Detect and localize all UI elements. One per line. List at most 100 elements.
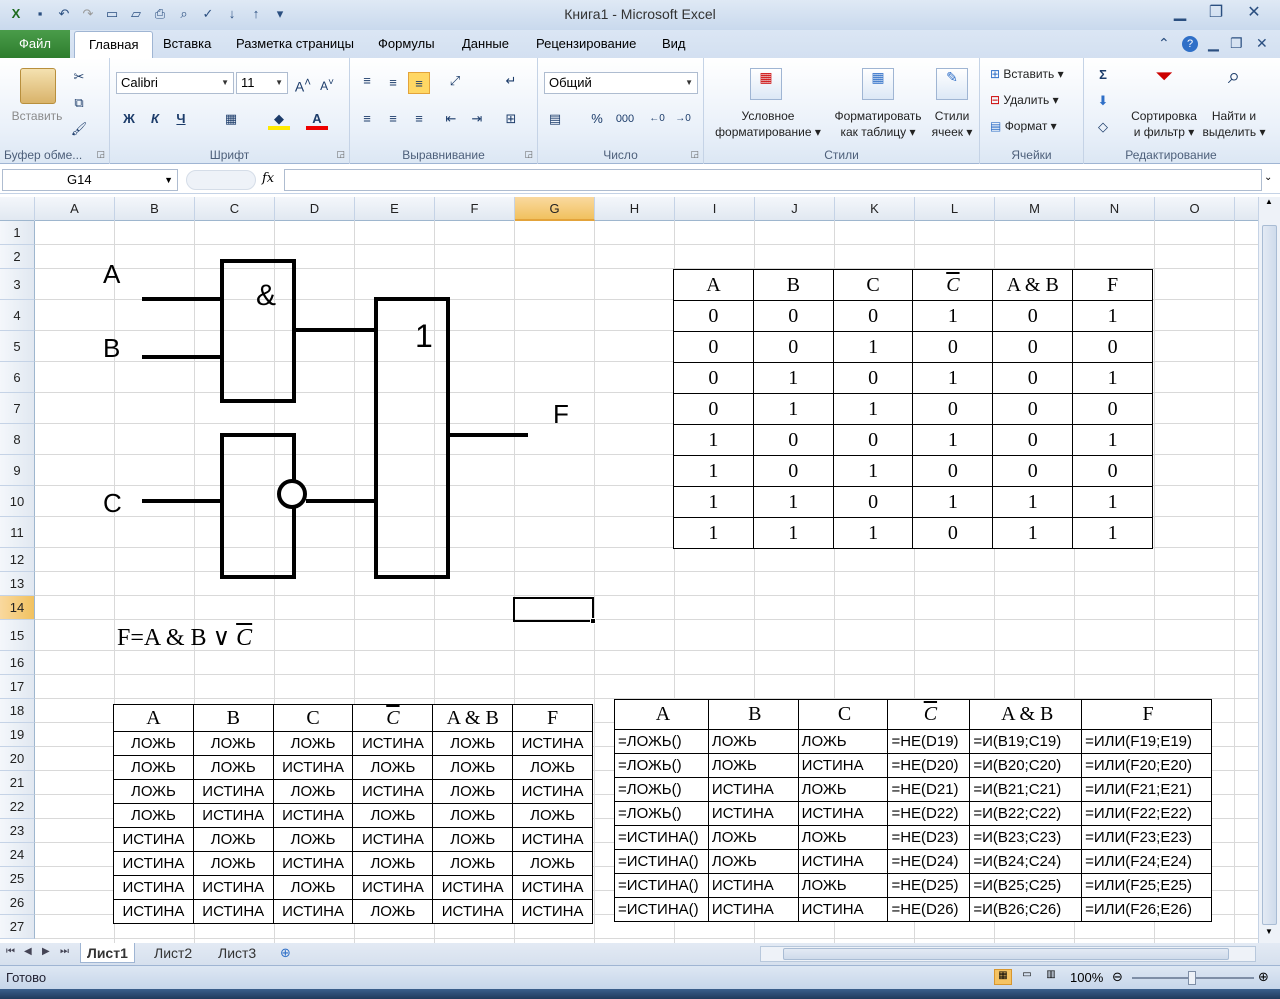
scroll-up-icon[interactable]: ▲ [1261, 197, 1277, 209]
column-header-l[interactable]: L [915, 197, 995, 221]
row-header-22[interactable]: 22 [0, 795, 35, 819]
row-header-17[interactable]: 17 [0, 675, 35, 699]
zoom-out-icon[interactable]: ⊖ [1112, 969, 1123, 985]
formula-table-cell[interactable]: =ИЛИ(F23;E23) [1081, 825, 1212, 850]
formula-table-cell[interactable]: =И(B21;C21) [969, 777, 1083, 802]
formula-table-cell[interactable]: ИСТИНА [707, 897, 799, 922]
bool-table-cell[interactable]: ИСТИНА [352, 827, 434, 852]
truth-table-header-cell[interactable]: A & B [992, 269, 1074, 301]
close-doc-icon[interactable]: ✕ [1256, 35, 1268, 52]
truth-table-cell[interactable]: 1 [673, 455, 754, 487]
cell-styles-button[interactable]: Стили ячеек ▾ [926, 108, 978, 140]
formula-table-cell[interactable]: =НЕ(D21) [887, 777, 971, 802]
bool-table-cell[interactable]: ЛОЖЬ [113, 803, 194, 828]
bool-table-cell[interactable]: ИСТИНА [113, 851, 194, 876]
truth-table-cell[interactable]: 1 [832, 331, 914, 363]
clear-icon[interactable]: ◇ [1092, 116, 1114, 138]
formula-table-cell[interactable]: ЛОЖЬ [797, 729, 889, 754]
font-color-icon[interactable]: A [306, 108, 328, 130]
bool-table-cell[interactable]: ИСТИНА [512, 827, 593, 852]
shrink-font-icon[interactable]: A˅ [316, 72, 338, 94]
row-header-23[interactable]: 23 [0, 819, 35, 843]
decrease-indent-icon[interactable]: ⇤ [440, 108, 462, 130]
restore-icon[interactable]: ❐ [1198, 2, 1234, 24]
truth-table-cell[interactable]: 1 [912, 300, 994, 332]
sort-filter-button[interactable]: Сортировка и фильтр ▾ [1122, 108, 1206, 140]
number-format-dropdown[interactable]: Общий ▼ [544, 72, 698, 94]
bool-table-cell[interactable]: ЛОЖЬ [113, 731, 194, 756]
row-header-25[interactable]: 25 [0, 867, 35, 891]
tab-view[interactable]: Вид [662, 36, 686, 58]
format-painter-icon[interactable]: 🖌 [68, 118, 90, 140]
bool-table-cell[interactable]: ИСТИНА [113, 827, 194, 852]
horizontal-scrollbar[interactable] [760, 946, 1256, 962]
truth-table-cell[interactable]: 0 [832, 424, 914, 456]
formula-table-cell[interactable]: ЛОЖЬ [707, 825, 799, 850]
format-as-table-icon[interactable]: ▦ [862, 68, 894, 100]
formula-table-cell[interactable]: ЛОЖЬ [797, 777, 889, 802]
truth-table-cell[interactable]: 0 [992, 362, 1074, 394]
formula-table-cell[interactable]: ЛОЖЬ [797, 873, 889, 898]
truth-table-cell[interactable]: 1 [673, 486, 754, 518]
truth-table-header-cell[interactable]: F [1072, 269, 1153, 301]
truth-table-cell[interactable]: 1 [1072, 300, 1153, 332]
bold-button[interactable]: Ж [118, 108, 140, 130]
bool-table-cell[interactable]: ИСТИНА [432, 875, 514, 900]
formula-table-cell[interactable]: =НЕ(D24) [887, 849, 971, 874]
formula-table-cell[interactable]: ИСТИНА [797, 897, 889, 922]
formula-table-cell[interactable]: =И(B24;C24) [969, 849, 1083, 874]
bool-table-cell[interactable]: ИСТИНА [512, 899, 593, 924]
truth-table-cell[interactable]: 0 [832, 486, 914, 518]
bool-table-cell[interactable]: ИСТИНА [352, 779, 434, 804]
formula-table-cell[interactable]: =И(B26;C26) [969, 897, 1083, 922]
bool-table-cell[interactable]: ИСТИНА [192, 875, 274, 900]
first-sheet-icon[interactable]: ⏮ [6, 946, 15, 957]
tab-file[interactable]: Файл [0, 30, 70, 58]
format-cells-button[interactable]: ▤ Формат ▾ [990, 118, 1080, 134]
zoom-level[interactable]: 100% [1070, 970, 1103, 985]
vertical-scroll-thumb[interactable] [1262, 225, 1277, 925]
find-select-button[interactable]: Найти и выделить ▾ [1202, 108, 1266, 140]
bool-table-cell[interactable]: ЛОЖЬ [432, 779, 514, 804]
truth-table-cell[interactable]: 1 [912, 362, 994, 394]
bool-table-cell[interactable]: ЛОЖЬ [192, 827, 274, 852]
truth-table-cell[interactable]: 0 [912, 393, 994, 425]
truth-table-cell[interactable]: 1 [832, 393, 914, 425]
page-break-view-icon[interactable]: ▥ [1042, 969, 1060, 985]
fill-handle[interactable] [590, 618, 596, 624]
column-header-o[interactable]: O [1155, 197, 1235, 221]
bool-table-cell[interactable]: ИСТИНА [352, 731, 434, 756]
truth-table-cell[interactable]: 1 [752, 517, 834, 549]
row-header-16[interactable]: 16 [0, 651, 35, 675]
bool-table-cell[interactable]: ЛОЖЬ [272, 875, 354, 900]
truth-table-cell[interactable]: 0 [992, 393, 1074, 425]
zoom-slider-thumb[interactable] [1188, 971, 1196, 985]
bool-table-cell[interactable]: ЛОЖЬ [512, 755, 593, 780]
bool-table-cell[interactable]: ИСТИНА [192, 803, 274, 828]
truth-table-cell[interactable]: 0 [673, 331, 754, 363]
formula-table-cell[interactable]: =ИЛИ(F25;E25) [1081, 873, 1212, 898]
formula-table-cell[interactable]: =ИСТИНА() [614, 873, 709, 898]
bool-table-cell[interactable]: ЛОЖЬ [352, 803, 434, 828]
bool-table-cell[interactable]: ЛОЖЬ [192, 755, 274, 780]
formula-table-cell[interactable]: =ИЛИ(F20;E20) [1081, 753, 1212, 778]
row-header-24[interactable]: 24 [0, 843, 35, 867]
cut-icon[interactable]: ✂ [68, 66, 90, 88]
name-box[interactable]: G14 ▼ [2, 169, 178, 191]
truth-table-cell[interactable]: 1 [673, 517, 754, 549]
tab-formulas[interactable]: Формулы [378, 36, 435, 58]
bool-table-cell[interactable]: ЛОЖЬ [352, 755, 434, 780]
page-layout-view-icon[interactable]: ▭ [1018, 969, 1036, 985]
formula-table-header-cell[interactable]: F [1081, 699, 1212, 730]
column-header-m[interactable]: M [995, 197, 1075, 221]
minimize-icon[interactable]: ▁ [1162, 2, 1198, 24]
formula-table-cell[interactable]: ИСТИНА [797, 801, 889, 826]
formula-table-cell[interactable]: =И(B25;C25) [969, 873, 1083, 898]
truth-table-cell[interactable]: 0 [1072, 393, 1153, 425]
formula-table-cell[interactable]: =НЕ(D20) [887, 753, 971, 778]
fill-icon[interactable]: ⬇ [1092, 90, 1114, 112]
formula-table-cell[interactable]: =НЕ(D22) [887, 801, 971, 826]
formula-input[interactable] [284, 169, 1262, 191]
formula-table-cell[interactable]: =ИЛИ(F26;E26) [1081, 897, 1212, 922]
truth-table-cell[interactable]: 1 [1072, 486, 1153, 518]
